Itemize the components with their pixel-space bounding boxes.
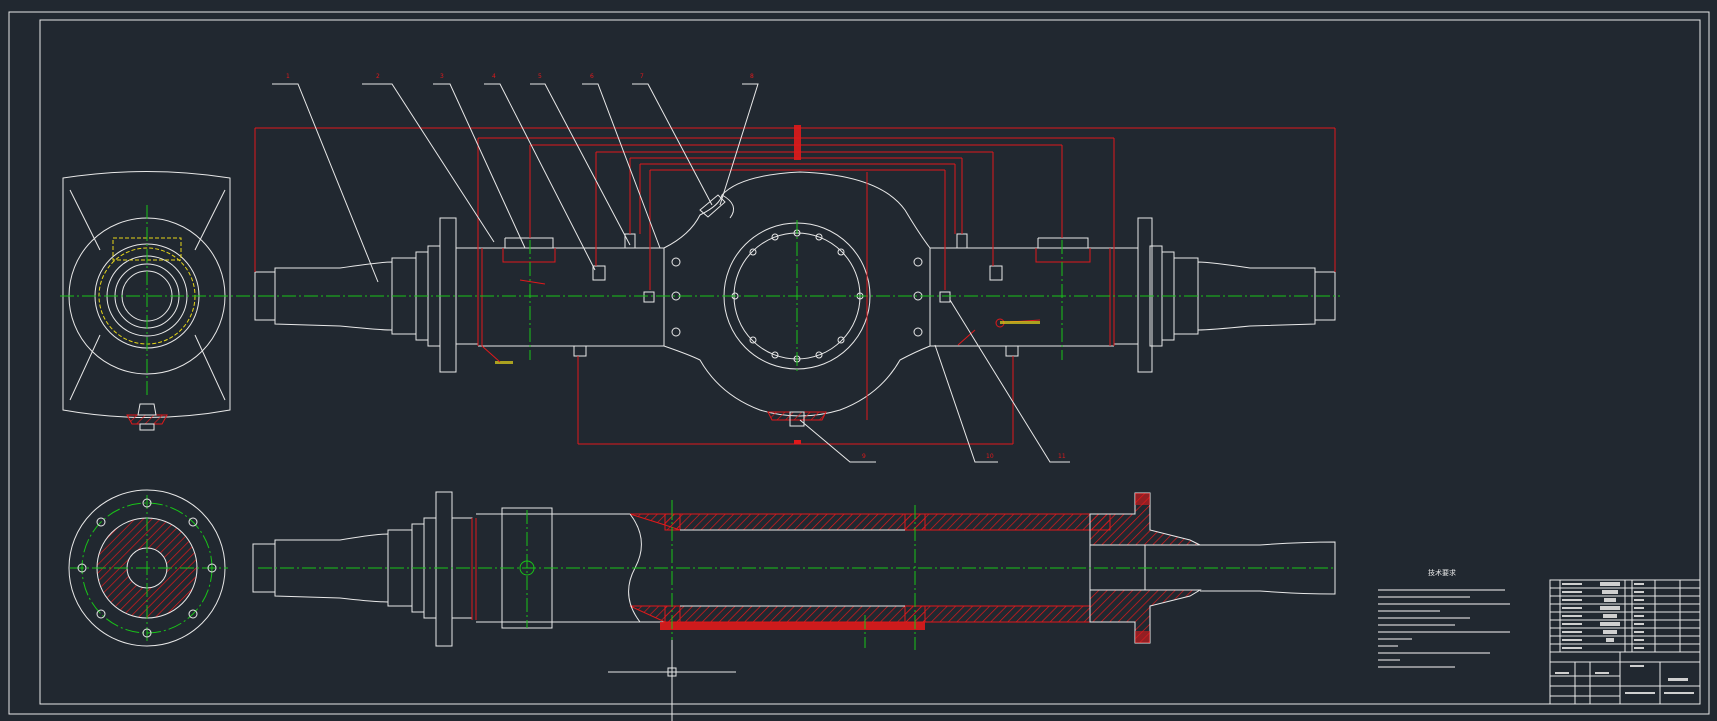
balloon-6[interactable]: 6 bbox=[590, 73, 594, 80]
balloon-8[interactable]: 8 bbox=[750, 73, 754, 80]
balloon-5[interactable]: 5 bbox=[538, 73, 542, 80]
balloon-3[interactable]: 3 bbox=[440, 73, 444, 80]
axle-housing-front-view[interactable] bbox=[254, 171, 1340, 427]
inner-frame bbox=[39, 19, 1701, 705]
balloon-11[interactable]: 11 bbox=[1058, 453, 1066, 460]
technical-requirements-title: 技术要求 bbox=[1428, 568, 1456, 577]
balloon-2[interactable]: 2 bbox=[376, 73, 380, 80]
dimension-lines bbox=[254, 125, 1336, 445]
balloon-9[interactable]: 9 bbox=[862, 453, 866, 460]
flange-section-view[interactable] bbox=[68, 489, 228, 647]
balloon-7[interactable]: 7 bbox=[640, 73, 644, 80]
balloon-4[interactable]: 4 bbox=[492, 73, 496, 80]
technical-requirements: 技术要求 bbox=[1378, 568, 1510, 668]
balloon-1[interactable]: 1 bbox=[286, 73, 290, 80]
cad-drawing-canvas[interactable]: 1 2 3 4 5 6 7 8 9 10 11 技术要求 bbox=[0, 0, 1717, 721]
axle-housing-section-view[interactable] bbox=[252, 491, 1336, 721]
balloon-10[interactable]: 10 bbox=[986, 453, 994, 460]
side-view-top[interactable] bbox=[60, 171, 262, 431]
item-balloons[interactable]: 1 2 3 4 5 6 7 8 9 10 11 bbox=[286, 73, 1066, 460]
title-block[interactable] bbox=[1549, 579, 1701, 705]
